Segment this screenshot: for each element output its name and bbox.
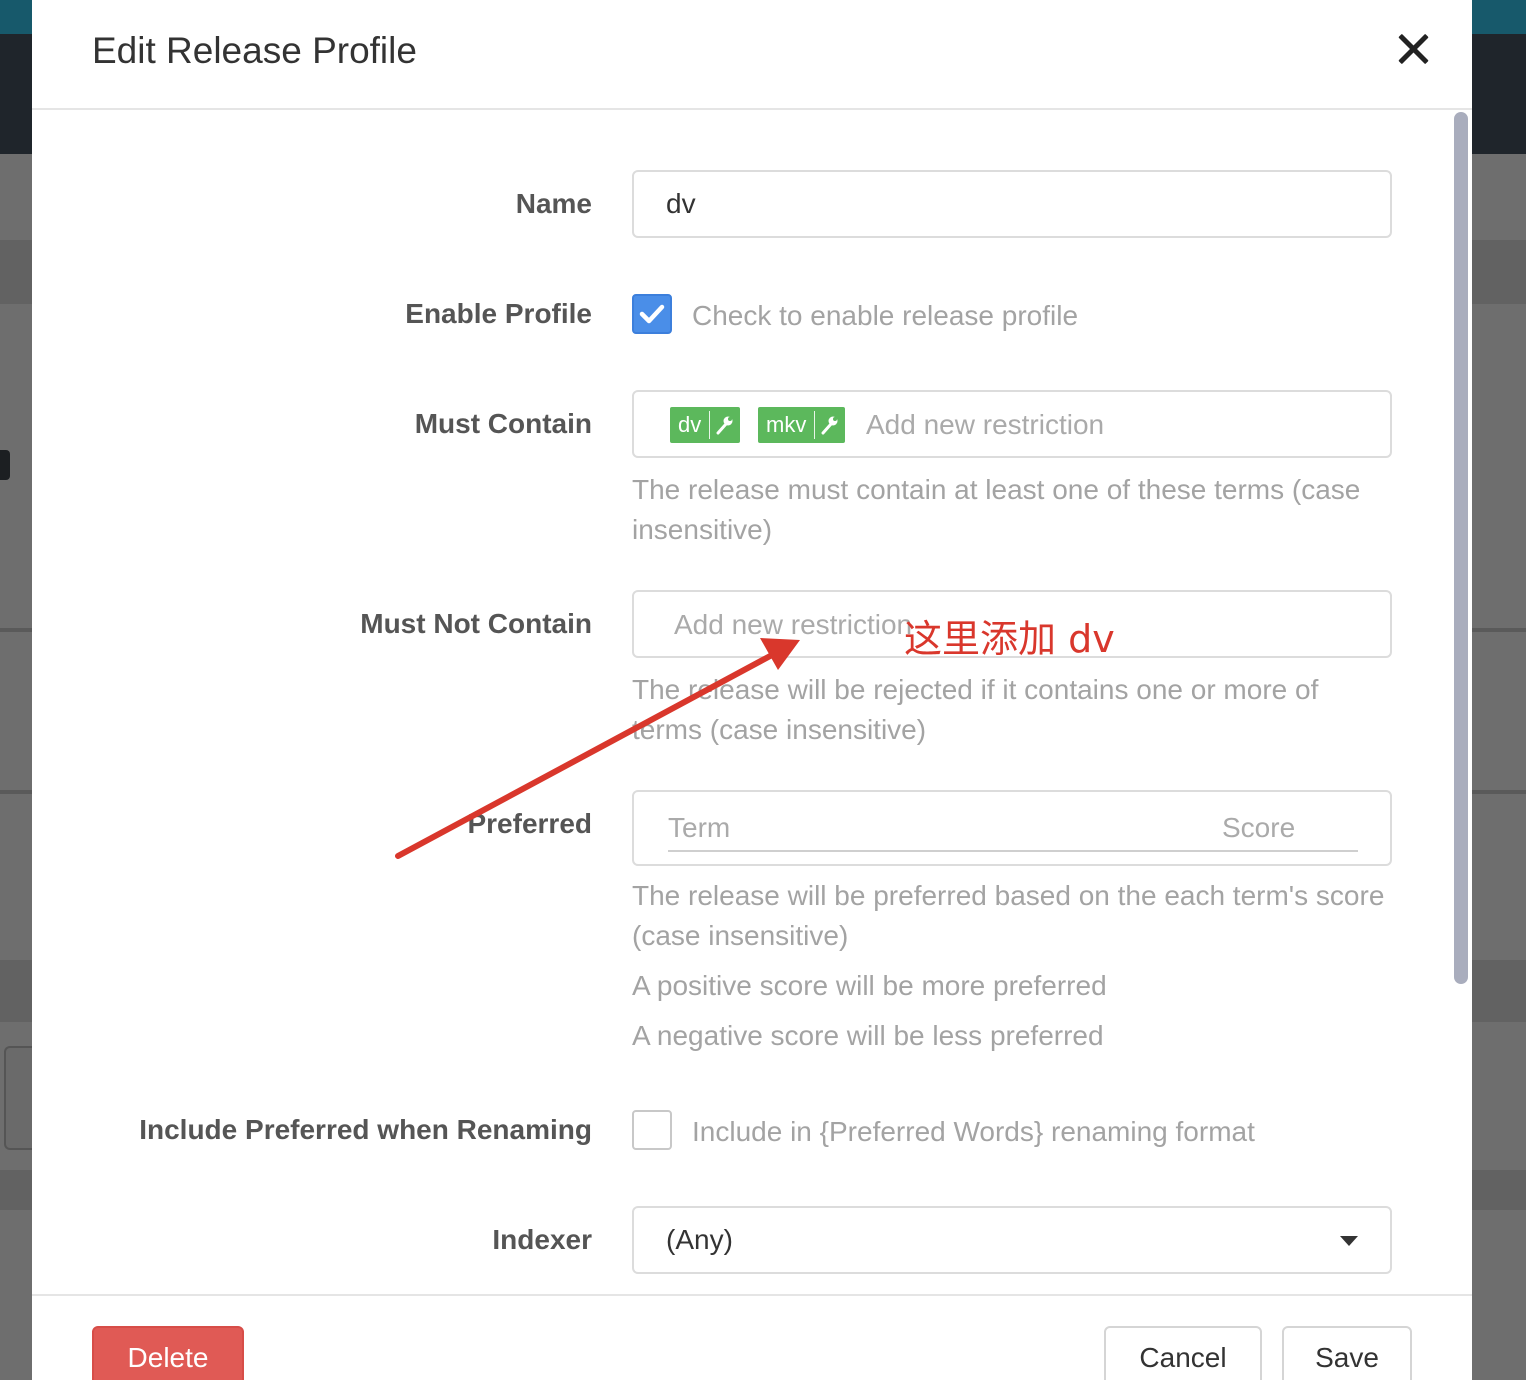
annotation-text: 这里添加 dv: [904, 617, 1115, 661]
annotation-arrow: [395, 638, 800, 859]
